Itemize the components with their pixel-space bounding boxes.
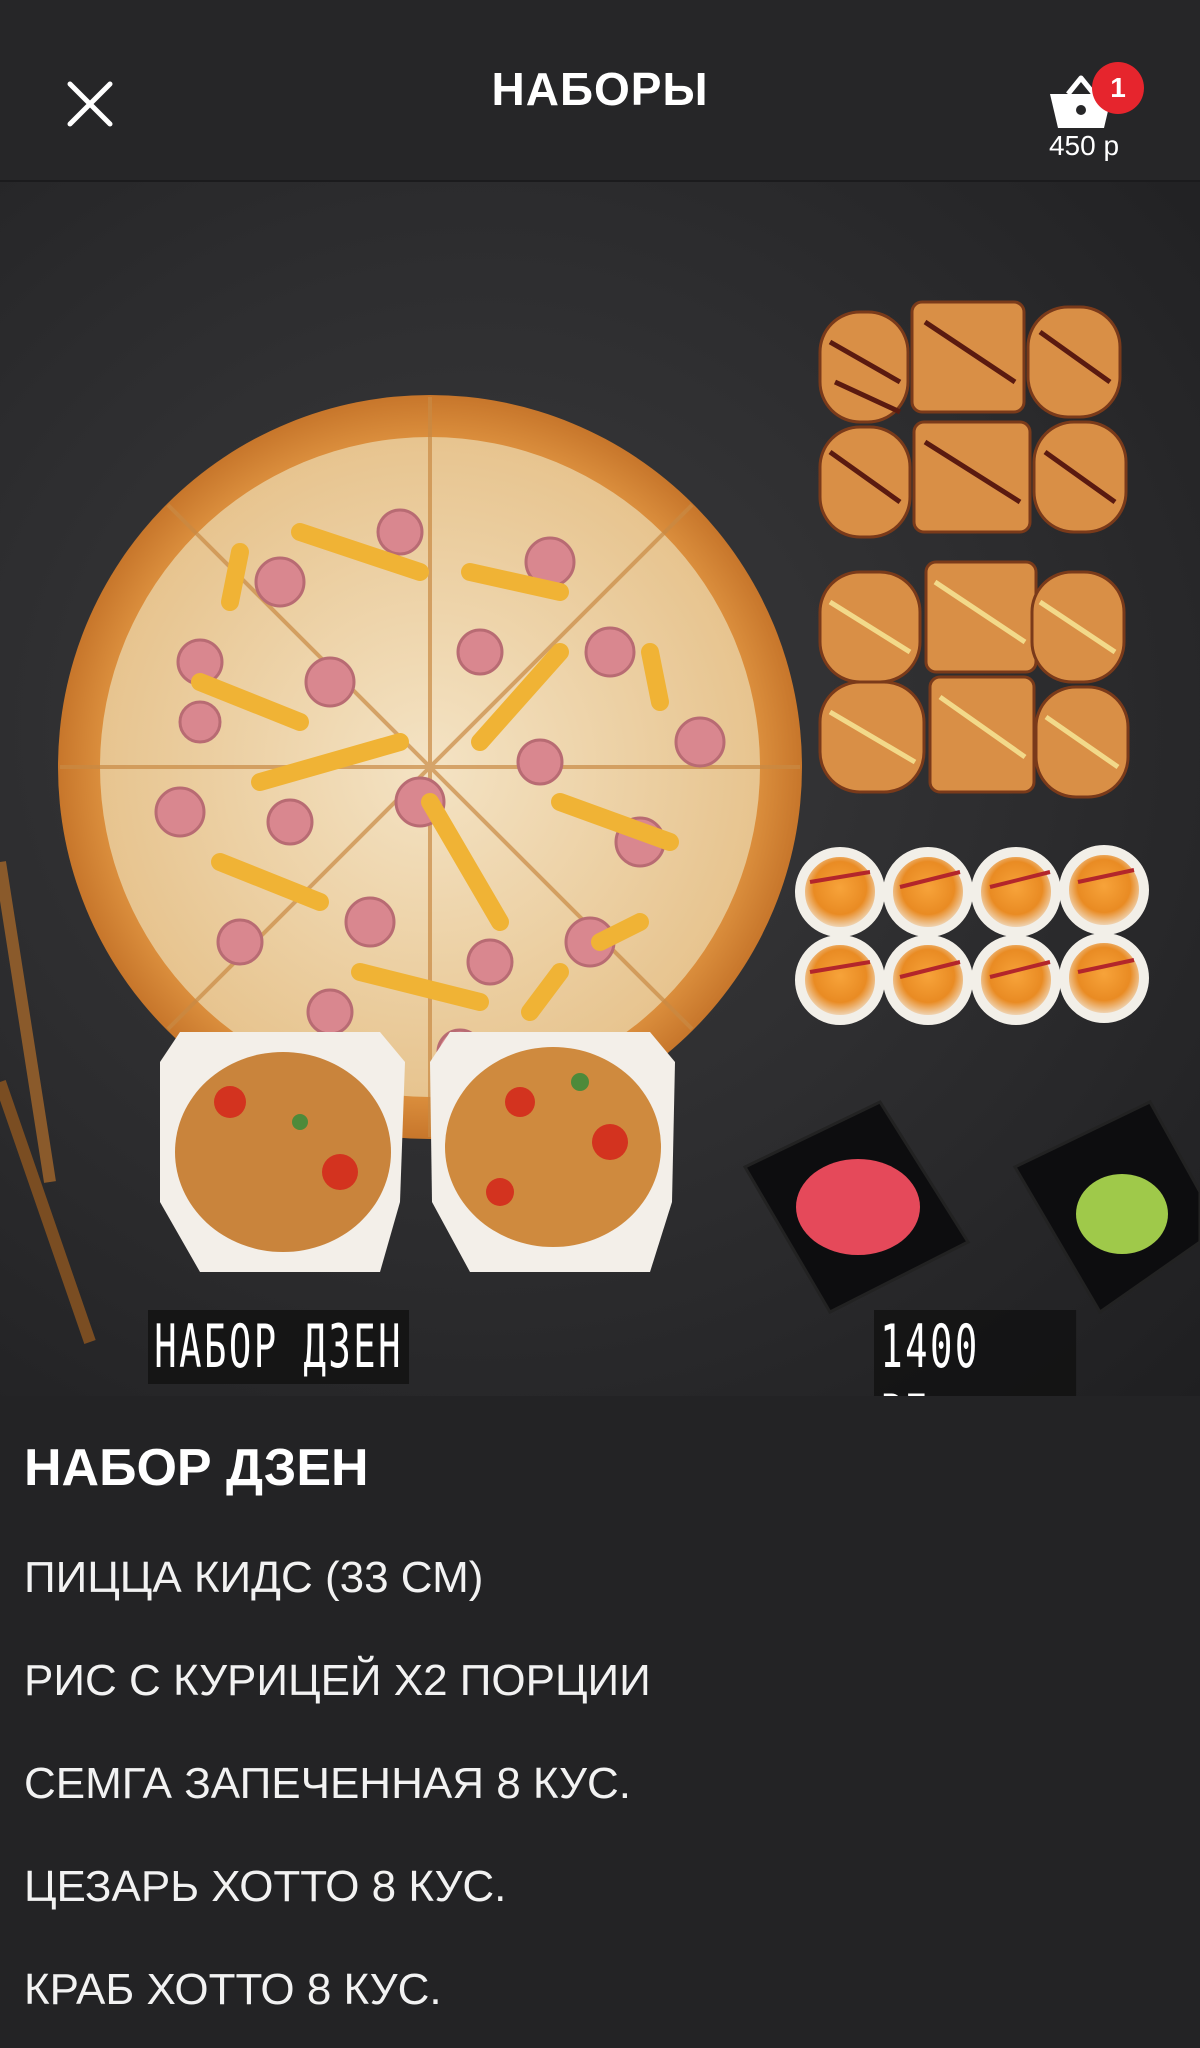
photo-price: 1400 РБ.: [874, 1310, 1077, 1396]
product-illustration: [0, 300, 1200, 1344]
app-screen: НАБОРЫ 1 450 р НАБОР ДЗЕН 1400 НАБОР ДЗЕ…: [0, 0, 1200, 2048]
cart-count-badge: 1: [1092, 62, 1144, 114]
list-item: РИС С КУРИЦЕЙ Х2 ПОРЦИИ: [24, 1656, 651, 1705]
cart-button[interactable]: 1 450 р: [1024, 62, 1144, 172]
list-item: КРАБ ХОТТО 8 КУС.: [24, 1965, 442, 2014]
product-photo: НАБОР ДЗЕН 1400 РБ.: [0, 182, 1200, 1396]
list-item: СЕМГА ЗАПЕЧЕННАЯ 8 КУС.: [24, 1759, 631, 1808]
top-bar: НАБОРЫ 1 450 р: [0, 0, 1200, 182]
product-name: НАБОР ДЗЕН: [24, 1439, 369, 1497]
cart-total: 450 р: [1048, 130, 1120, 161]
pizza: [58, 395, 802, 1139]
product-items-list: ПИЦЦА КИДС (33 СМ) РИС С КУРИЦЕЙ Х2 ПОРЦ…: [24, 1556, 651, 2048]
sauce-dishes: [742, 1100, 1200, 1315]
list-item: ПИЦЦА КИДС (33 СМ): [24, 1553, 484, 1602]
photo-set-name: НАБОР ДЗЕН: [148, 1310, 410, 1384]
chopsticks: [0, 861, 96, 1344]
page-title: НАБОРЫ: [491, 63, 709, 115]
sushi-rolls: [795, 300, 1149, 1025]
list-item: ЦЕЗАРЬ ХОТТО 8 КУС.: [24, 1862, 507, 1911]
